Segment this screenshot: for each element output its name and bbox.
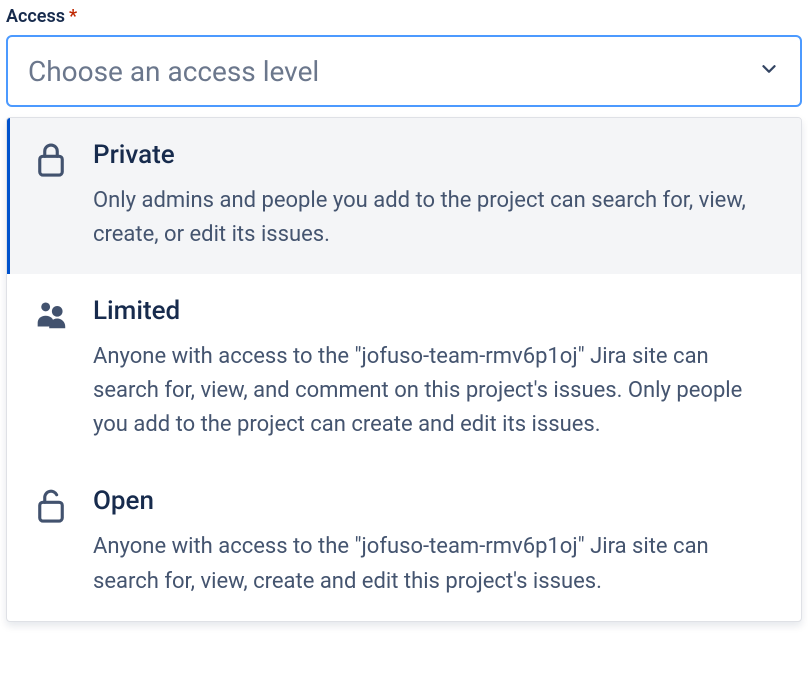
option-description: Only admins and people you add to the pr… [93, 184, 777, 252]
access-field-label: Access * [6, 6, 802, 27]
option-content: Open Anyone with access to the "jofuso-t… [93, 486, 777, 598]
required-asterisk: * [69, 6, 77, 27]
access-option-limited[interactable]: Limited Anyone with access to the "jofus… [7, 274, 801, 464]
option-description: Anyone with access to the "jofuso-team-r… [93, 340, 777, 442]
chevron-down-icon [758, 58, 780, 84]
option-content: Limited Anyone with access to the "jofus… [93, 296, 777, 442]
option-title: Private [93, 140, 777, 170]
people-icon [35, 296, 67, 330]
lock-closed-icon [35, 140, 67, 178]
option-title: Limited [93, 296, 777, 326]
option-description: Anyone with access to the "jofuso-team-r… [93, 530, 777, 598]
access-option-open[interactable]: Open Anyone with access to the "jofuso-t… [7, 464, 801, 620]
option-title: Open [93, 486, 777, 516]
access-dropdown-panel: Private Only admins and people you add t… [6, 117, 802, 622]
access-option-private[interactable]: Private Only admins and people you add t… [7, 118, 801, 274]
access-select-trigger[interactable]: Choose an access level [6, 35, 802, 107]
option-content: Private Only admins and people you add t… [93, 140, 777, 252]
access-select-placeholder: Choose an access level [28, 55, 319, 88]
access-label-text: Access [6, 6, 65, 27]
lock-open-icon [35, 486, 67, 524]
